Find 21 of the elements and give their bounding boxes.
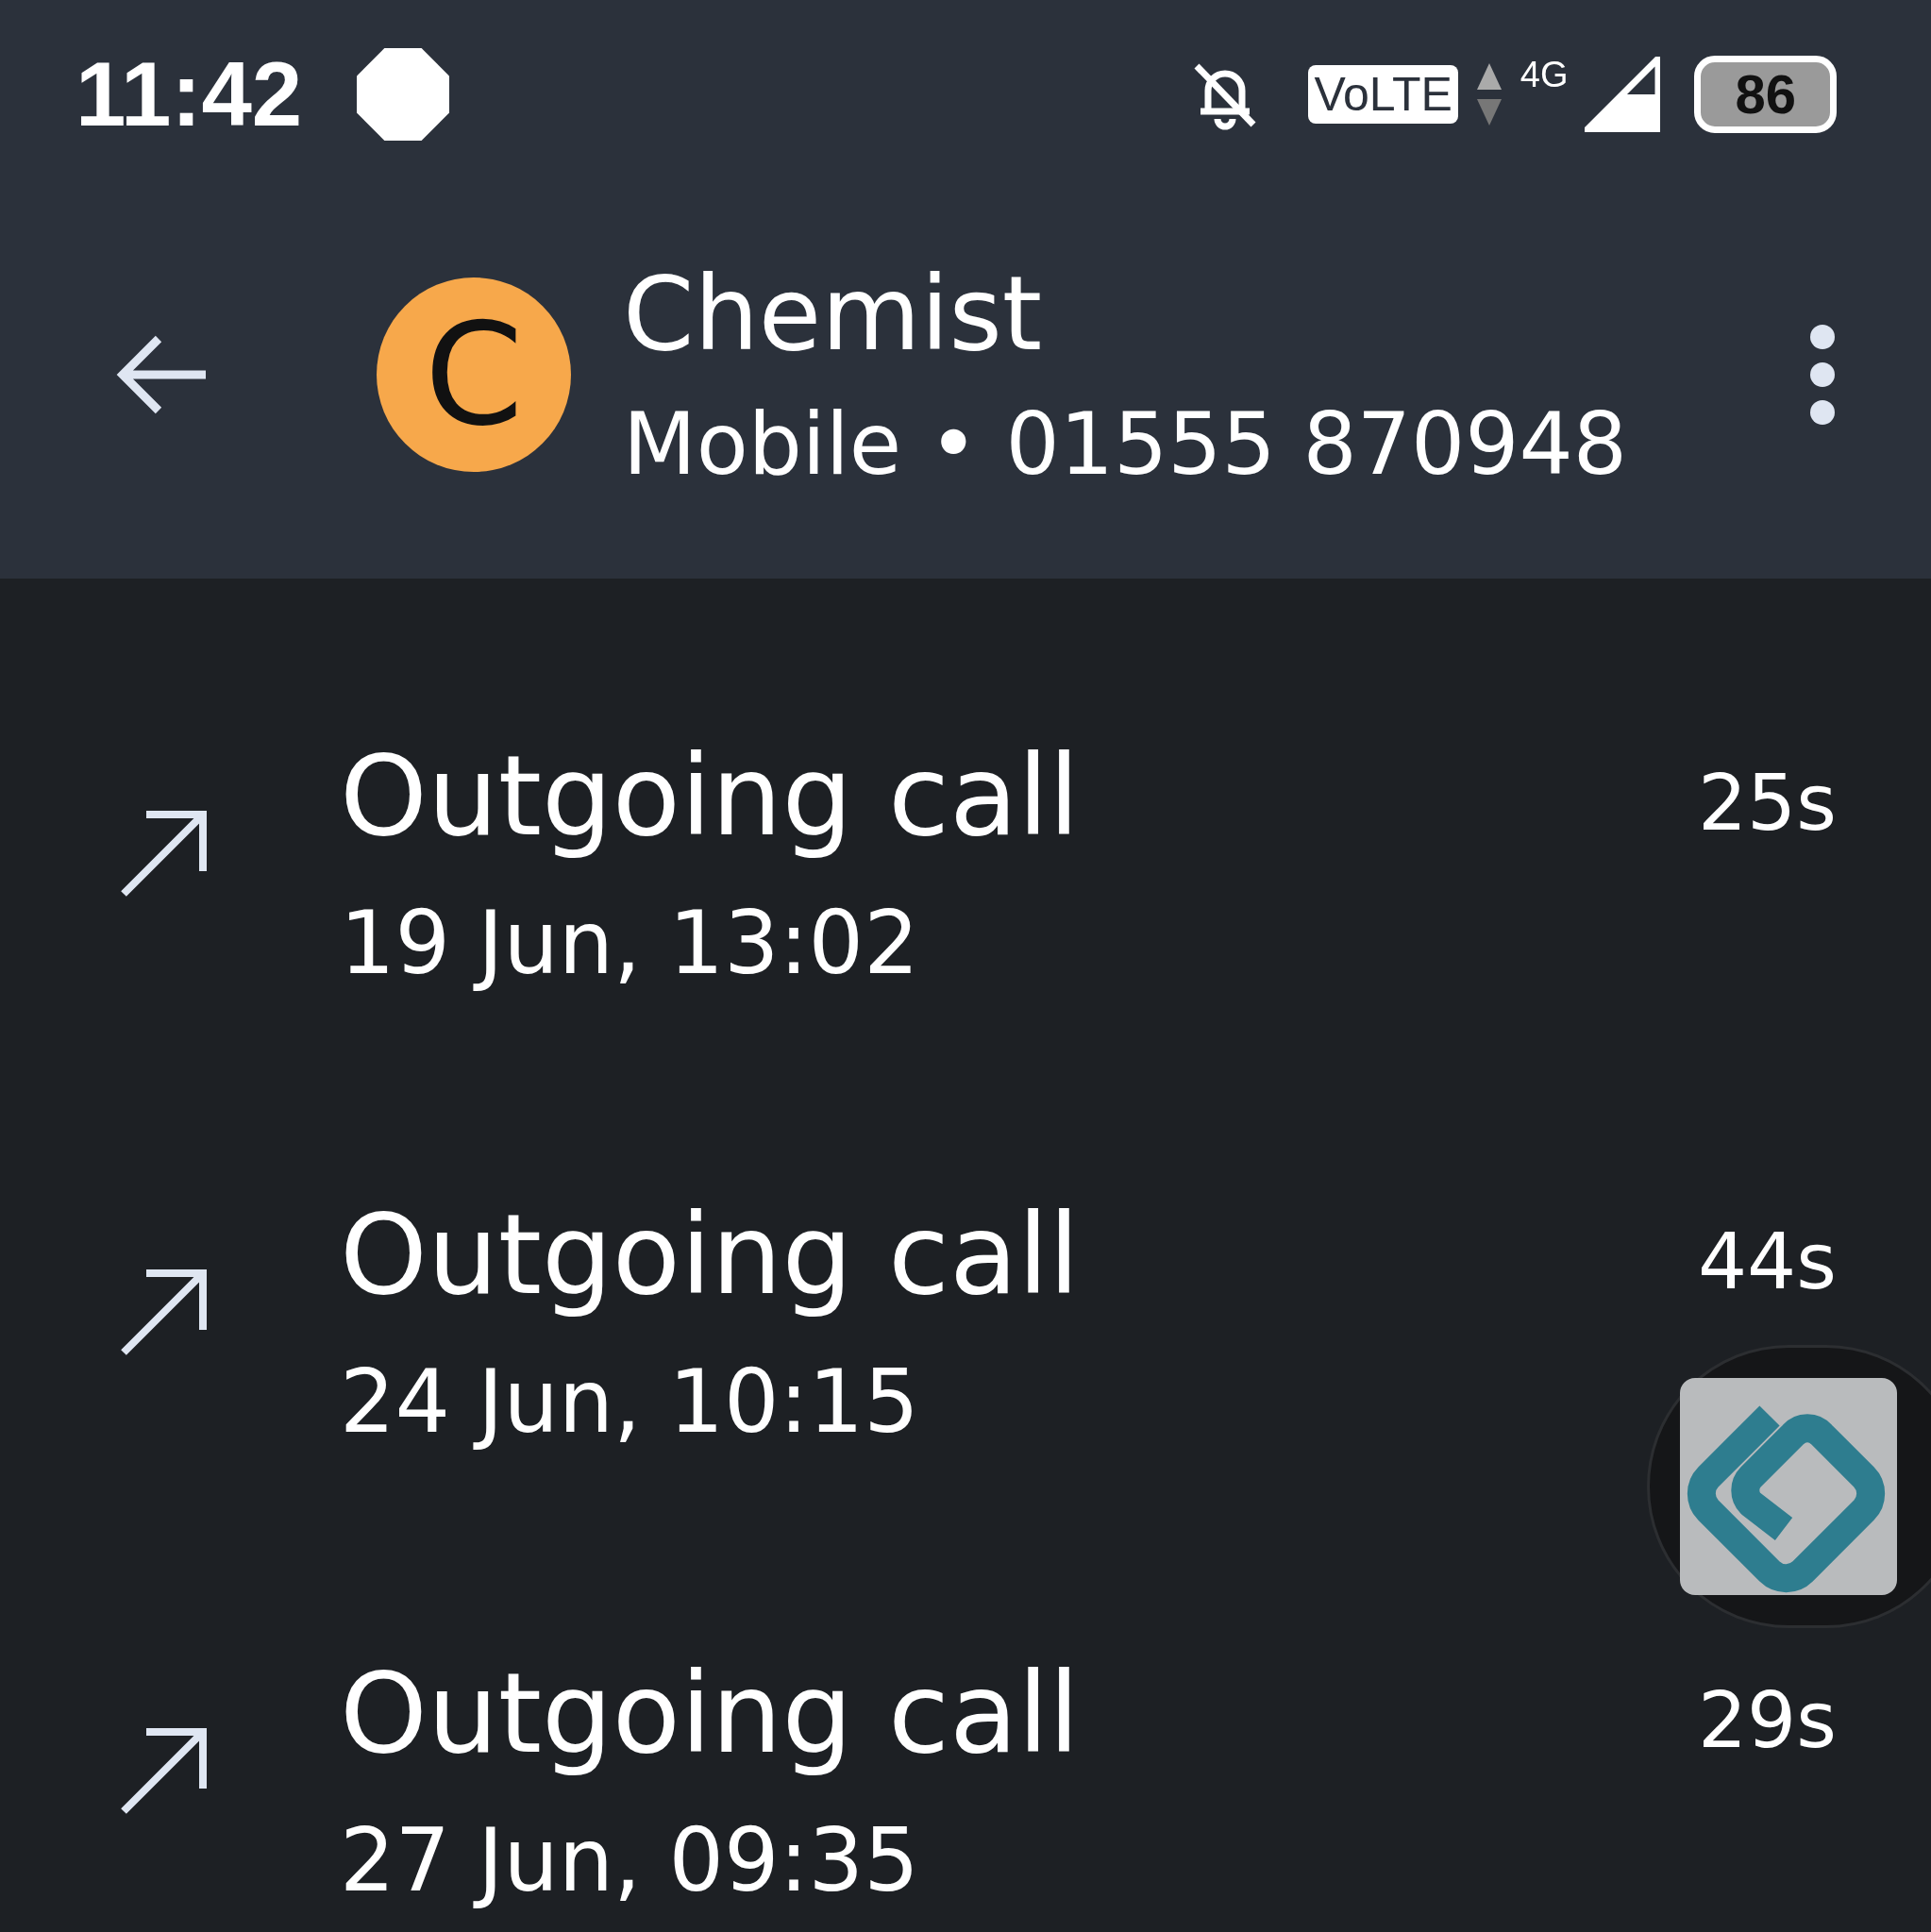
notification-icon xyxy=(357,48,450,141)
call-type: Outgoing call xyxy=(340,730,1081,863)
app-logo-icon xyxy=(1680,1378,1897,1595)
call-date: 24 Jun, 10:15 xyxy=(340,1350,920,1454)
signal-icon xyxy=(1585,57,1661,132)
call-date: 19 Jun, 13:02 xyxy=(340,891,920,996)
network-type: 4G xyxy=(1520,55,1569,95)
battery-indicator: 86 xyxy=(1694,56,1837,133)
call-date: 27 Jun, 09:35 xyxy=(340,1808,920,1913)
call-duration: 44s xyxy=(1697,1217,1837,1306)
volte-badge: VoLTE xyxy=(1308,65,1458,124)
more-options-button[interactable] xyxy=(1808,322,1837,427)
clock-time: 11:42 xyxy=(76,42,303,146)
contact-number: Mobile • 01555 870948 xyxy=(623,394,1628,496)
contact-avatar: C xyxy=(377,277,571,472)
call-type: Outgoing call xyxy=(340,1647,1081,1780)
data-arrows-icon xyxy=(1474,61,1503,127)
contact-name: Chemist xyxy=(623,253,1044,375)
call-duration: 29s xyxy=(1697,1675,1837,1765)
call-duration: 25s xyxy=(1697,758,1837,848)
call-type: Outgoing call xyxy=(340,1188,1081,1321)
